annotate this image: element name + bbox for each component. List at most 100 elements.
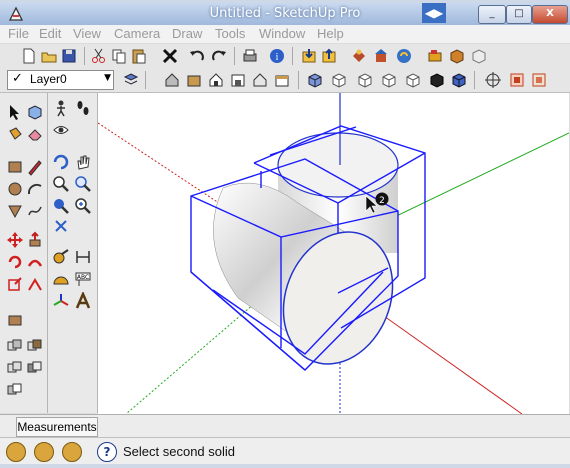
extension-warehouse-icon[interactable] — [372, 47, 390, 65]
protractor-icon[interactable] — [52, 270, 70, 288]
polygon-icon[interactable] — [6, 202, 24, 220]
footprints-icon[interactable] — [74, 99, 92, 117]
position-camera-icon[interactable] — [52, 217, 70, 235]
zoom-window-icon[interactable] — [74, 175, 92, 193]
eraser-icon[interactable] — [26, 125, 44, 143]
intersect-icon[interactable] — [26, 337, 44, 355]
circle-icon[interactable] — [6, 180, 24, 198]
xray-icon[interactable] — [484, 71, 502, 89]
axes-icon[interactable] — [52, 292, 70, 310]
toolbar-separator — [292, 47, 293, 65]
paint-bucket-icon[interactable] — [6, 125, 24, 143]
component-box-icon[interactable] — [6, 311, 24, 329]
house-icon-5[interactable] — [251, 71, 269, 89]
menu-tools[interactable]: Tools — [215, 26, 245, 41]
iso-view-icon[interactable] — [306, 71, 324, 89]
section-fill-icon[interactable] — [530, 71, 548, 89]
look-around-eye-icon[interactable] — [52, 121, 70, 139]
menu-help[interactable]: Help — [317, 26, 344, 41]
shaded-icon[interactable] — [450, 71, 468, 89]
left-view-icon[interactable] — [428, 71, 446, 89]
open-icon[interactable] — [40, 47, 58, 65]
outer-shell-icon[interactable] — [6, 337, 24, 355]
tool-palette: ABC — [0, 93, 98, 413]
right-view-icon[interactable] — [380, 71, 398, 89]
top-view-icon[interactable] — [330, 71, 348, 89]
nav-arrows-icon[interactable]: ◀▶ — [422, 3, 446, 23]
union-icon[interactable] — [6, 359, 24, 377]
arc-icon[interactable] — [26, 180, 44, 198]
scale-icon[interactable] — [6, 275, 24, 293]
house-icon-3[interactable] — [207, 71, 225, 89]
house-icon-4[interactable] — [229, 71, 247, 89]
chevron-down-icon[interactable]: ▼ — [104, 73, 111, 83]
get-models-icon[interactable] — [300, 47, 318, 65]
help-question-icon[interactable]: ? — [97, 442, 117, 462]
cut-icon[interactable] — [90, 47, 108, 65]
paste-icon[interactable] — [130, 47, 148, 65]
print-icon[interactable] — [241, 47, 259, 65]
standard-toolbar: i — [0, 44, 570, 69]
scene-canvas[interactable]: 2 — [98, 93, 569, 414]
walk-person-icon[interactable] — [52, 99, 70, 117]
components-icon[interactable] — [350, 47, 368, 65]
offset-icon[interactable] — [26, 275, 44, 293]
text-label-icon[interactable]: ABC — [74, 270, 92, 288]
dimension-icon[interactable] — [74, 248, 92, 266]
pan-hand-icon[interactable] — [74, 153, 92, 171]
house-icon[interactable] — [163, 71, 181, 89]
previous-view-icon[interactable] — [52, 197, 70, 215]
push-pull-icon[interactable] — [26, 231, 44, 249]
zoom-icon[interactable] — [52, 175, 70, 193]
back-view-icon[interactable] — [404, 71, 422, 89]
erase-icon[interactable] — [161, 47, 179, 65]
close-button[interactable]: X — [532, 5, 568, 24]
tape-measure-icon[interactable] — [52, 248, 70, 266]
house-icon-6[interactable] — [273, 71, 291, 89]
rectangle-icon[interactable] — [6, 158, 24, 176]
house-icon-2[interactable] — [185, 71, 203, 89]
menu-window[interactable]: Window — [259, 26, 305, 41]
redo-icon[interactable] — [210, 47, 228, 65]
zoom-extents-icon[interactable] — [74, 197, 92, 215]
send-to-layout-icon[interactable] — [395, 47, 413, 65]
modeling-viewport[interactable]: 2 — [98, 93, 569, 414]
3d-text-icon[interactable] — [74, 292, 92, 310]
cube-icon[interactable] — [448, 47, 466, 65]
layer-dropdown[interactable]: ✓ Layer0 ▼ — [7, 70, 114, 90]
copy-icon[interactable] — [110, 47, 128, 65]
rotate-icon[interactable] — [6, 253, 24, 271]
share-model-icon[interactable] — [320, 47, 338, 65]
trim-icon[interactable] — [6, 381, 24, 399]
move-icon[interactable] — [6, 231, 24, 249]
maximize-button[interactable]: □ — [506, 5, 532, 24]
tape-icon[interactable] — [426, 47, 444, 65]
cube-icon-2[interactable] — [470, 47, 488, 65]
new-icon[interactable] — [20, 47, 38, 65]
save-icon[interactable] — [60, 47, 78, 65]
freehand-icon[interactable] — [26, 202, 44, 220]
model-info-icon[interactable]: i — [268, 47, 286, 65]
geolocation-icon[interactable] — [6, 442, 26, 462]
select-arrow-icon[interactable] — [6, 103, 24, 121]
menu-draw[interactable]: Draw — [172, 26, 202, 41]
minimize-button[interactable]: _ — [478, 5, 506, 24]
menu-file[interactable]: File — [8, 26, 29, 41]
make-component-icon[interactable] — [26, 103, 44, 121]
menu-view[interactable]: View — [73, 26, 101, 41]
measurements-label[interactable]: Measurements — [16, 417, 98, 437]
credits-icon[interactable] — [34, 442, 54, 462]
menu-bar: File Edit View Camera Draw Tools Window … — [0, 25, 570, 43]
undo-icon[interactable] — [188, 47, 206, 65]
vertical-cylinder-top[interactable] — [277, 132, 399, 198]
user-icon[interactable] — [62, 442, 82, 462]
front-view-icon[interactable] — [356, 71, 374, 89]
menu-camera[interactable]: Camera — [114, 26, 160, 41]
subtract-icon[interactable] — [26, 359, 44, 377]
orbit-icon[interactable] — [52, 153, 70, 171]
menu-edit[interactable]: Edit — [39, 26, 61, 41]
section-icon[interactable] — [508, 71, 526, 89]
layer-manager-icon[interactable] — [122, 71, 140, 89]
line-pencil-icon[interactable] — [26, 158, 44, 176]
follow-me-icon[interactable] — [26, 253, 44, 271]
